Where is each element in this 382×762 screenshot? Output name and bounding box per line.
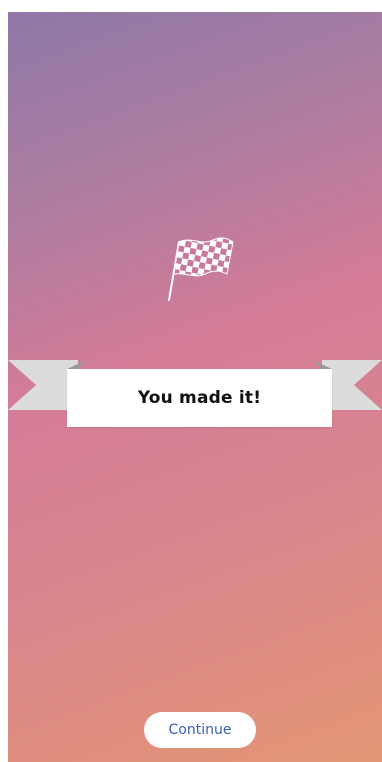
checkered-flag-icon (168, 237, 234, 301)
success-message: You made it! (137, 388, 262, 408)
continue-button[interactable]: Continue (144, 712, 256, 748)
completion-screen: You made it! Continue (8, 12, 382, 762)
success-banner: You made it! (67, 369, 332, 427)
